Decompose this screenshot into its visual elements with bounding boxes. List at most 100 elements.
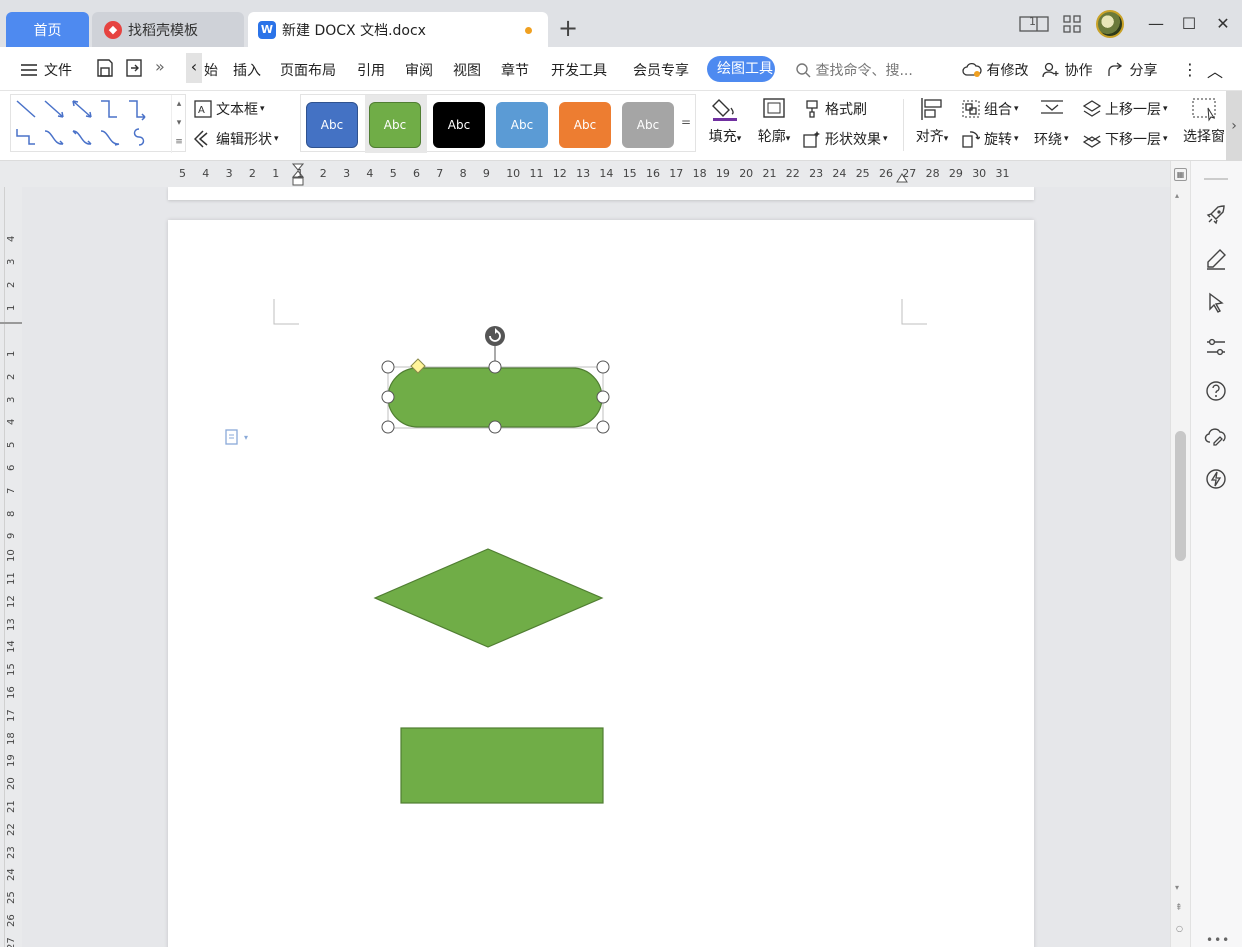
fill-button[interactable]: 填充▾ — [703, 96, 747, 146]
new-tab-button[interactable]: + — [558, 16, 578, 40]
resize-handle-bottom-left[interactable] — [381, 420, 395, 434]
resize-handle-bottom[interactable] — [488, 420, 502, 434]
shape-effects-button[interactable]: 形状效果 ▾ — [803, 129, 888, 149]
ruler-v-number: 3 — [6, 258, 17, 265]
prev-page-icon[interactable]: ⇞ — [1175, 903, 1183, 913]
wps-writer-icon: W — [258, 20, 276, 39]
tab-developer[interactable]: 开发工具 — [551, 60, 607, 80]
maximize-button[interactable]: ☐ — [1178, 12, 1200, 34]
resize-handle-top[interactable] — [488, 360, 502, 374]
fill-label: 填充 — [708, 129, 737, 145]
tab-view[interactable]: 视图 — [453, 60, 481, 80]
minimize-button[interactable]: — — [1145, 12, 1167, 34]
lightning-icon[interactable] — [1204, 467, 1228, 491]
close-button[interactable]: ✕ — [1212, 12, 1234, 34]
rotate-handle-icon[interactable] — [485, 326, 505, 346]
terminator-shape[interactable] — [373, 320, 613, 440]
sliders-icon[interactable] — [1204, 335, 1228, 359]
vertical-scroll-thumb[interactable] — [1175, 431, 1186, 561]
group-button[interactable]: 组合 ▾ — [962, 99, 1019, 119]
scroll-tabs-left[interactable]: ‹ — [186, 53, 202, 83]
vertical-ruler[interactable]: 4 3 2 1 1 2 3 4 5 6 7 8 9 10 11 12 13 14 15 16 17 18 19 20 21 22 2… — [0, 187, 22, 947]
rocket-icon[interactable] — [1204, 203, 1228, 227]
style-chip-green[interactable]: Abc — [369, 102, 421, 148]
styles-more-button[interactable]: = — [681, 115, 691, 129]
share-button[interactable]: 分享 — [1107, 60, 1157, 80]
terminator-shape-body[interactable] — [387, 367, 603, 428]
fill-bucket-icon — [712, 99, 737, 121]
textbox-button[interactable]: A 文本框 ▾ — [194, 99, 265, 119]
tab-drawing-tools[interactable]: 绘图工具 — [707, 56, 775, 82]
cloud-edit-icon[interactable] — [1204, 423, 1228, 447]
ruler-v-number: 20 — [6, 777, 17, 791]
ruler-toggle-icon[interactable]: ▦ — [1174, 168, 1187, 181]
apps-grid-button[interactable] — [1062, 10, 1082, 38]
decision-diamond-shape[interactable] — [373, 546, 605, 650]
scroll-down-arrow[interactable]: ▾ — [1175, 883, 1179, 892]
help-icon[interactable] — [1204, 379, 1228, 403]
cursor-select-icon[interactable] — [1204, 291, 1228, 315]
shape-styles-gallery[interactable]: Abc Abc Abc Abc Abc Abc = — [300, 94, 696, 153]
style-chip-gray[interactable]: Abc — [622, 102, 674, 148]
save-icon[interactable] — [95, 58, 115, 78]
tab-home[interactable]: 首页 — [6, 12, 89, 47]
tab-insert[interactable]: 插入 — [233, 60, 261, 80]
tab-home-ribbon[interactable]: 始 — [204, 60, 218, 80]
more-icon[interactable]: ••• — [1206, 933, 1230, 947]
process-rectangle-shape[interactable] — [399, 726, 605, 806]
resize-handle-bottom-right[interactable] — [596, 420, 610, 434]
style-chip-blue[interactable]: Abc — [306, 102, 358, 148]
wrap-button[interactable]: 环绕 ▾ — [1034, 129, 1069, 149]
command-search[interactable]: 查找命令、搜... — [795, 60, 913, 80]
tab-references[interactable]: 引用 — [357, 60, 385, 80]
resize-handle-left[interactable] — [381, 390, 395, 404]
resize-handle-top-right[interactable] — [596, 360, 610, 374]
paste-options-button[interactable]: ▾ — [224, 428, 248, 446]
collapse-ribbon-button[interactable]: ︿ — [1207, 58, 1223, 82]
outline-button[interactable]: 轮廓▾ — [752, 96, 796, 146]
style-chip-orange[interactable]: Abc — [559, 102, 611, 148]
send-backward-button[interactable]: 下移一层 ▾ — [1083, 129, 1168, 149]
style-chip-black[interactable]: Abc — [433, 102, 485, 148]
send-backward-label: 下移一层 — [1105, 132, 1161, 148]
tab-template[interactable]: ◆ 找稻壳模板 — [92, 12, 244, 47]
more-quick-tools[interactable]: » — [155, 57, 165, 76]
edit-shape-button[interactable]: 编辑形状 ▾ — [194, 129, 279, 149]
tab-section[interactable]: 章节 — [501, 60, 529, 80]
format-painter-button[interactable]: 格式刷 — [803, 99, 867, 119]
more-options-button[interactable]: ⋮ — [1182, 60, 1198, 79]
bring-forward-button[interactable]: 上移一层 ▾ — [1083, 99, 1168, 119]
tab-home-label: 首页 — [33, 22, 62, 39]
export-icon[interactable] — [124, 58, 144, 78]
modified-button[interactable]: 有修改 — [962, 60, 1028, 80]
style-chip-light-blue[interactable]: Abc — [496, 102, 548, 148]
document-workspace[interactable]: ▾ — [22, 187, 1170, 947]
lines-gallery-scroll[interactable]: ▴ ▾ ≡ — [171, 95, 186, 153]
collaborate-button[interactable]: 协作 — [1042, 60, 1092, 80]
selection-pane-icon — [1192, 98, 1216, 122]
rotate-icon — [962, 131, 980, 148]
user-avatar[interactable] — [1096, 10, 1124, 38]
rotate-button[interactable]: 旋转 ▾ — [962, 129, 1019, 149]
horizontal-ruler[interactable]: 5 4 3 2 1 1 2 3 4 5 6 7 8 9 10 11 12 13 14 15 16 17 18 19 20 21 22… — [0, 161, 1190, 187]
tab-page-layout[interactable]: 页面布局 — [280, 60, 336, 80]
outline-label: 轮廓 — [757, 129, 786, 145]
document-page[interactable]: ▾ — [168, 220, 1034, 947]
file-menu[interactable]: 文件 — [20, 60, 72, 80]
page-layout-button[interactable]: 1 — [1019, 10, 1049, 38]
vertical-scrollbar[interactable]: ▦ ▴ ▾ ⇞ ○ — [1170, 161, 1190, 947]
tab-review[interactable]: 审阅 — [405, 60, 433, 80]
resize-handle-top-left[interactable] — [381, 360, 395, 374]
lines-gallery[interactable]: ▴ ▾ ≡ — [10, 94, 186, 153]
align-button[interactable]: 对齐▾ — [910, 96, 954, 146]
toolbar-scroll-right[interactable]: › — [1226, 91, 1242, 161]
pen-icon[interactable] — [1204, 247, 1228, 271]
selection-pane-button[interactable]: 选择窗 — [1182, 96, 1226, 146]
tab-document[interactable]: W 新建 DOCX 文档.docx — [248, 12, 548, 47]
select-browse-object-icon[interactable]: ○ — [1176, 924, 1183, 933]
wrap-icon-button[interactable] — [1038, 99, 1070, 117]
resize-handle-right[interactable] — [596, 390, 610, 404]
tab-member[interactable]: 会员专享 — [633, 60, 689, 80]
scroll-up-arrow[interactable]: ▴ — [1175, 191, 1179, 200]
ruler-v-number: 17 — [6, 709, 17, 722]
